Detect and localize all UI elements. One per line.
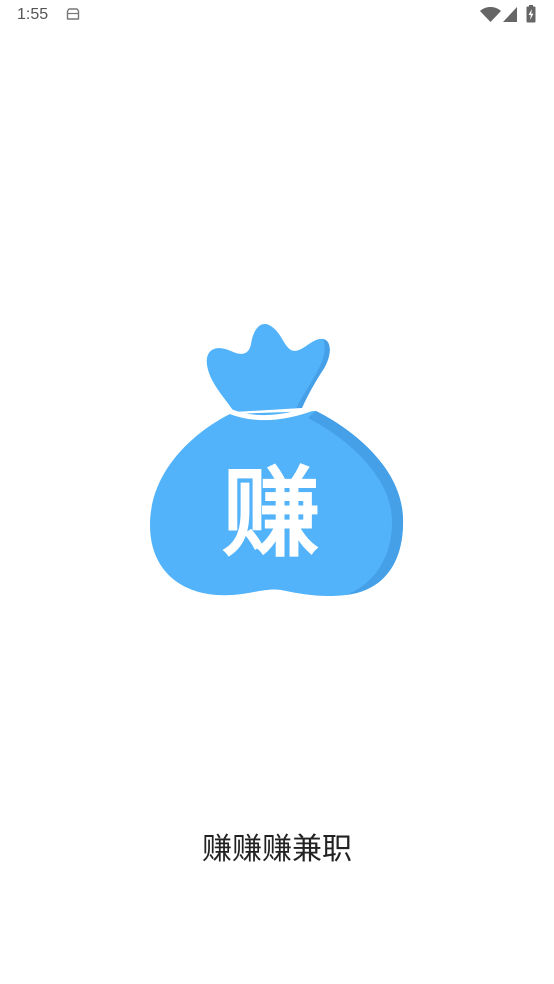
signal-icon [503, 7, 517, 22]
bag-knot [206, 324, 330, 412]
status-bar: 1:55 [0, 0, 554, 30]
money-bag-icon: 赚 [150, 324, 404, 597]
battery-charging-icon [526, 5, 536, 23]
app-name: 赚赚赚兼职 [202, 832, 352, 867]
splash-screen: 1:55 赚 赚赚赚兼职 [0, 0, 554, 984]
wifi-icon [480, 7, 501, 22]
logo-glyph: 赚 [222, 457, 320, 571]
clipboard-icon [66, 8, 80, 20]
status-time: 1:55 [17, 6, 49, 23]
